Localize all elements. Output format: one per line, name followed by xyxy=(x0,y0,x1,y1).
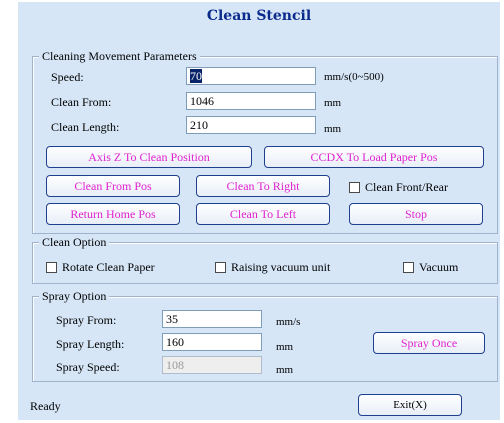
clean-front-rear-box[interactable] xyxy=(349,182,360,193)
raising-vacuum-unit-checkbox[interactable]: Raising vacuum unit xyxy=(215,260,330,274)
rotate-clean-paper-checkbox[interactable]: Rotate Clean Paper xyxy=(46,260,155,274)
spray-speed-unit: mm xyxy=(276,364,294,376)
raising-vacuum-unit-box[interactable] xyxy=(215,262,226,273)
axis-z-to-clean-position-button[interactable]: Axis Z To Clean Position xyxy=(46,146,252,168)
rotate-clean-paper-label: Rotate Clean Paper xyxy=(62,260,155,274)
clean-length-unit: mm xyxy=(324,123,342,135)
clean-from-pos-button[interactable]: Clean From Pos xyxy=(46,175,180,197)
spray-from-unit: mm/s xyxy=(276,316,301,328)
cleaning-movement-legend: Cleaning Movement Parameters xyxy=(39,49,200,63)
clean-length-label: Clean Length: xyxy=(51,120,120,134)
window-title: Clean Stencil xyxy=(206,8,312,24)
return-home-pos-button[interactable]: Return Home Pos xyxy=(46,203,180,225)
speed-value: 70 xyxy=(190,69,202,83)
clean-from-input[interactable]: 1046 xyxy=(186,92,316,110)
clean-to-right-button[interactable]: Clean To Right xyxy=(196,175,330,197)
speed-unit: mm/s(0~500) xyxy=(324,71,384,83)
clean-length-input[interactable]: 210 xyxy=(186,116,316,134)
clean-option-legend: Clean Option xyxy=(39,235,110,249)
rotate-clean-paper-box[interactable] xyxy=(46,262,57,273)
spray-from-input[interactable]: 35 xyxy=(162,310,262,328)
spray-from-label: Spray From: xyxy=(56,313,117,327)
vacuum-checkbox[interactable]: Vacuum xyxy=(403,260,458,274)
exit-button[interactable]: Exit(X) xyxy=(358,394,462,416)
spray-length-input[interactable]: 160 xyxy=(162,333,262,351)
vacuum-box[interactable] xyxy=(403,262,414,273)
clean-front-rear-checkbox[interactable]: Clean Front/Rear xyxy=(349,180,448,194)
clean-front-rear-label: Clean Front/Rear xyxy=(365,180,448,194)
spray-speed-input: 108 xyxy=(162,356,262,374)
speed-input[interactable]: 70 xyxy=(186,67,316,85)
vacuum-label: Vacuum xyxy=(419,260,459,274)
status-text: Ready xyxy=(30,399,61,413)
spray-once-button[interactable]: Spray Once xyxy=(373,332,485,354)
clean-from-unit: mm xyxy=(324,97,342,109)
raising-vacuum-unit-label: Raising vacuum unit xyxy=(231,260,331,274)
spray-length-unit: mm xyxy=(276,341,294,353)
stop-button[interactable]: Stop xyxy=(349,203,483,225)
spray-option-legend: Spray Option xyxy=(39,289,110,303)
spray-length-label: Spray Length: xyxy=(56,337,125,351)
clean-to-left-button[interactable]: Clean To Left xyxy=(196,203,330,225)
ccdx-to-load-paper-pos-button[interactable]: CCDX To Load Paper Pos xyxy=(264,146,484,168)
spray-speed-label: Spray Speed: xyxy=(56,360,120,374)
speed-label: Speed: xyxy=(51,70,84,84)
clean-from-label: Clean From: xyxy=(51,95,112,109)
